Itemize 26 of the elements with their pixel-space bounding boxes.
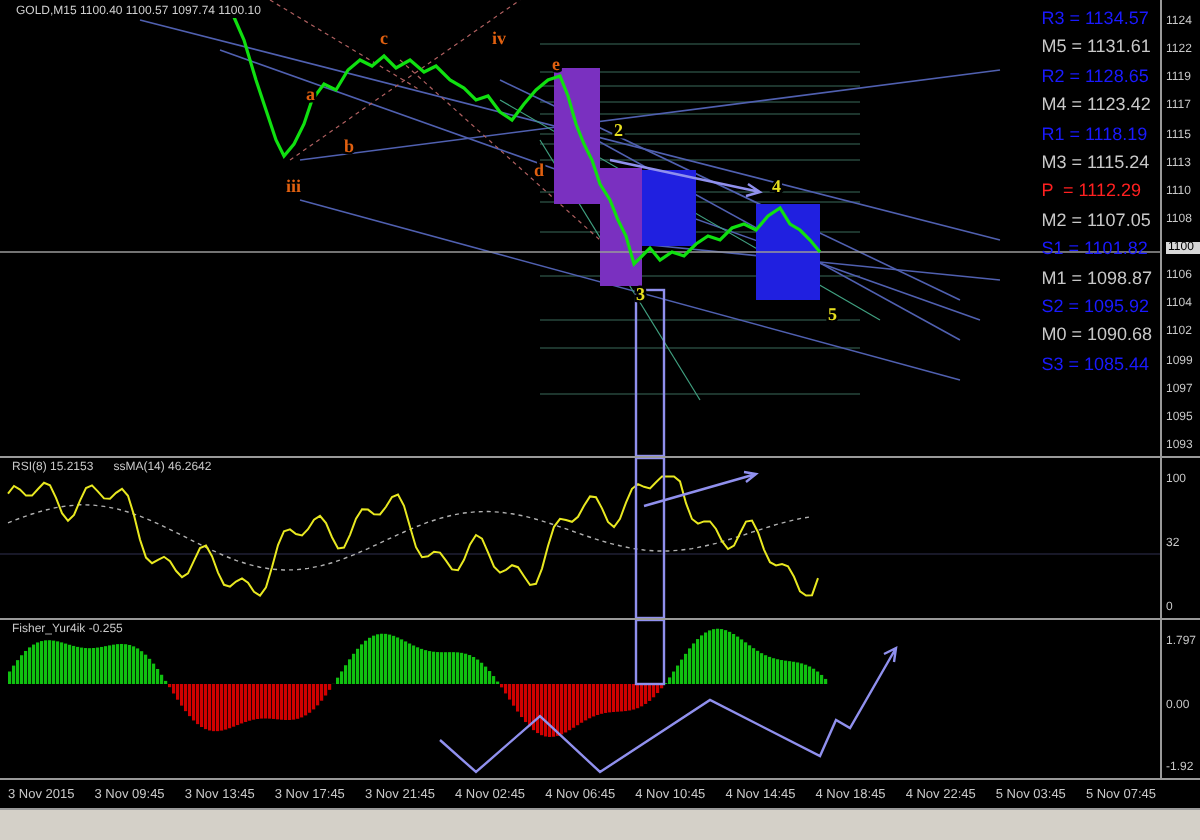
pivot-level-label: M3 = 1115.24 xyxy=(1041,151,1152,174)
pivot-level-label: P = 1112.29 xyxy=(1041,180,1143,203)
pivot-level-label: S2 = 1095.92 xyxy=(1041,295,1152,318)
wave-label: a xyxy=(306,84,315,104)
wave-label: iii xyxy=(286,176,302,196)
wave-label: 2 xyxy=(614,120,623,140)
wave-label: c xyxy=(380,28,388,48)
wave-label: d xyxy=(534,160,545,180)
pivot-level-label: M0 = 1090.68 xyxy=(1041,324,1152,347)
pivot-level-label: S1 = 1101.82 xyxy=(1041,238,1150,261)
arrow-line xyxy=(642,470,759,508)
pivot-level-label: M5 = 1131.61 xyxy=(1041,36,1152,59)
pivot-level-label: M1 = 1098.87 xyxy=(1041,267,1152,290)
highlighted-zone xyxy=(600,168,642,286)
pivot-level-label: R2 = 1128.65 xyxy=(1041,65,1151,88)
pivot-level-label: R1 = 1118.19 xyxy=(1041,123,1150,146)
wave-label: b xyxy=(344,136,355,156)
highlighted-zone xyxy=(554,68,600,204)
pivot-level-label: M4 = 1123.42 xyxy=(1041,94,1152,117)
pivot-level-label: S3 = 1085.44 xyxy=(1041,353,1152,376)
wave-label: iv xyxy=(492,28,507,48)
target-zone xyxy=(642,170,696,246)
pivot-level-label: M2 = 1107.05 xyxy=(1041,209,1152,232)
pivot-level-label: R3 = 1134.57 xyxy=(1041,8,1151,30)
target-zone xyxy=(756,204,820,300)
wave-label: 5 xyxy=(828,304,837,324)
